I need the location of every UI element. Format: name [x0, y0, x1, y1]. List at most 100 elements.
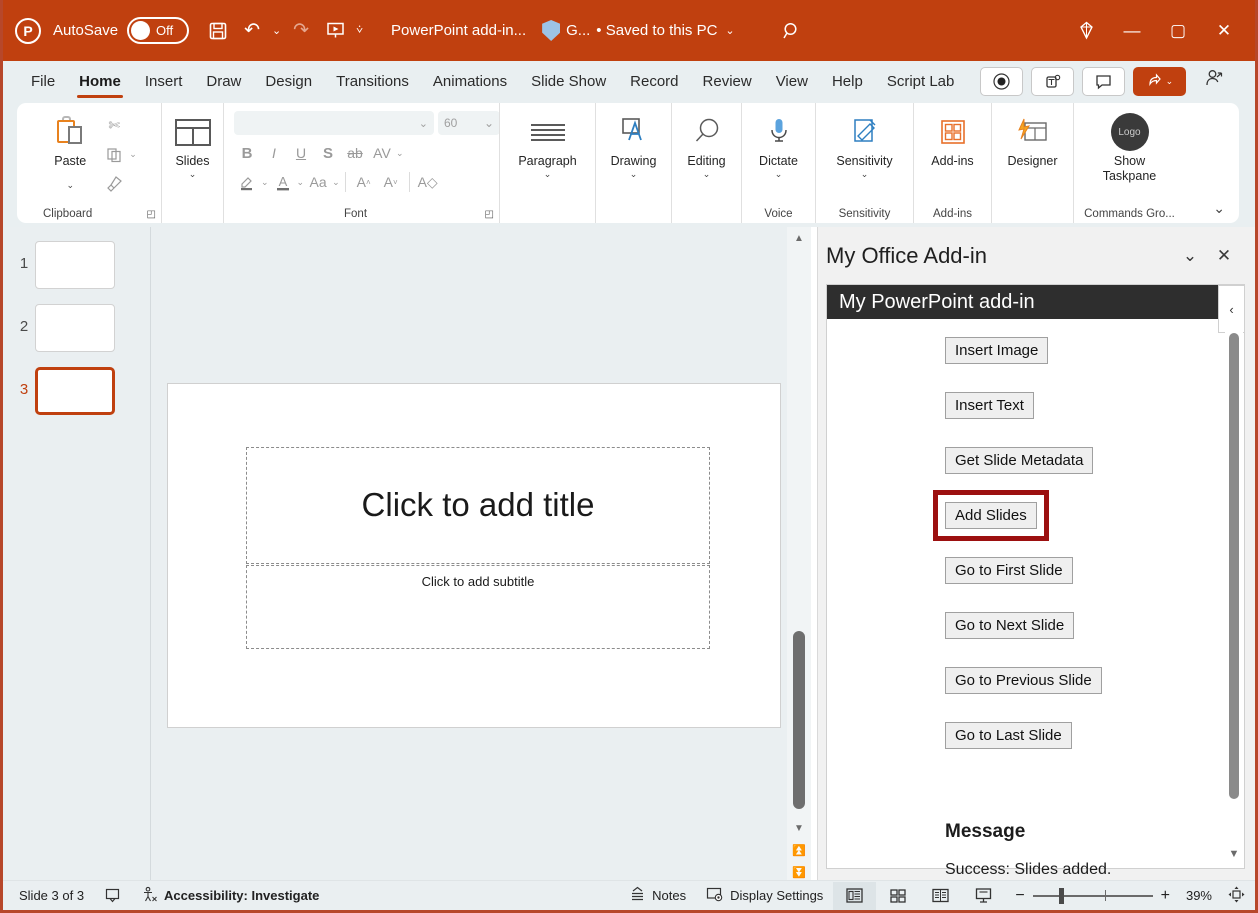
- slide-sorter-icon[interactable]: [876, 882, 919, 910]
- copy-icon[interactable]: [99, 141, 129, 168]
- undo-icon[interactable]: ↶: [235, 14, 269, 48]
- highlight-chevron-icon[interactable]: ⌄: [261, 177, 269, 188]
- task-pane-scrollbar[interactable]: ▼: [1225, 319, 1243, 867]
- insert-image-button[interactable]: Insert Image: [945, 337, 1048, 364]
- scrollbar-track[interactable]: [787, 249, 811, 817]
- document-title[interactable]: PowerPoint add-in...: [391, 22, 526, 39]
- tab-script-lab[interactable]: Script Lab: [875, 62, 967, 100]
- tab-view[interactable]: View: [764, 62, 820, 100]
- qat-more-icon[interactable]: ⩒: [352, 24, 367, 37]
- show-taskpane-button[interactable]: Logo Show Taskpane: [1078, 110, 1182, 184]
- tab-home[interactable]: Home: [67, 62, 133, 100]
- text-shadow-button[interactable]: S: [315, 140, 341, 166]
- share-button[interactable]: ⌄: [1133, 67, 1186, 96]
- font-color-icon[interactable]: A: [270, 169, 296, 195]
- task-pane-collapse-icon[interactable]: ⌄: [1173, 241, 1207, 271]
- paste-button[interactable]: Paste chevron-down-icon ⌄: [41, 110, 99, 191]
- go-to-last-slide-button[interactable]: Go to Last Slide: [945, 722, 1072, 749]
- character-spacing-button[interactable]: AV: [369, 140, 395, 166]
- reading-view-icon[interactable]: [919, 882, 962, 910]
- text-highlight-icon[interactable]: [234, 169, 260, 195]
- tab-record[interactable]: Record: [618, 62, 690, 100]
- font-color-chevron-icon[interactable]: ⌄: [297, 177, 305, 188]
- change-case-button[interactable]: Aa: [305, 169, 331, 195]
- zoom-percentage[interactable]: 39%: [1178, 888, 1212, 903]
- tab-draw[interactable]: Draw: [194, 62, 253, 100]
- close-button[interactable]: ✕: [1201, 11, 1247, 51]
- task-pane-scroll-track[interactable]: [1225, 319, 1243, 841]
- addins-button[interactable]: Add-ins: [918, 110, 988, 169]
- zoom-slider-thumb[interactable]: [1059, 888, 1064, 904]
- character-spacing-chevron-icon[interactable]: ⌄: [396, 148, 404, 159]
- scrollbar-thumb[interactable]: [793, 631, 805, 809]
- scroll-up-arrow-icon[interactable]: ▲: [787, 227, 811, 249]
- go-to-first-slide-button[interactable]: Go to First Slide: [945, 557, 1073, 584]
- display-settings-button[interactable]: Display Settings: [696, 886, 833, 906]
- task-pane-scroll-thumb[interactable]: [1229, 333, 1239, 799]
- thumbnail-preview[interactable]: [35, 304, 115, 352]
- slide-counter[interactable]: Slide 3 of 3: [9, 888, 94, 903]
- font-size-chevron-icon[interactable]: ⌄: [484, 116, 494, 130]
- accessibility-status[interactable]: Accessibility: Investigate: [131, 886, 329, 906]
- underline-button[interactable]: U: [288, 140, 314, 166]
- drawing-button[interactable]: Drawing ⌄: [600, 110, 668, 180]
- tab-transitions[interactable]: Transitions: [324, 62, 421, 100]
- go-to-previous-slide-button[interactable]: Go to Previous Slide: [945, 667, 1102, 694]
- maximize-button[interactable]: ▢: [1155, 11, 1201, 51]
- thumbnail-item-selected[interactable]: 3: [3, 367, 150, 415]
- paste-dropdown-icon[interactable]: ⌄: [66, 180, 74, 191]
- font-name-chevron-icon[interactable]: ⌄: [419, 117, 428, 130]
- comment-icon[interactable]: [1082, 67, 1125, 96]
- font-name-input[interactable]: ⌄: [234, 111, 434, 135]
- scissors-icon[interactable]: ✄: [99, 112, 129, 139]
- copy-dropdown-icon[interactable]: ⌄: [129, 149, 137, 160]
- normal-view-icon[interactable]: [833, 882, 876, 910]
- editing-button[interactable]: Editing ⌄: [676, 110, 738, 180]
- tab-file[interactable]: File: [19, 62, 67, 100]
- tab-animations[interactable]: Animations: [421, 62, 519, 100]
- bold-button[interactable]: B: [234, 140, 260, 166]
- clipboard-dialog-launcher-icon[interactable]: ◰: [147, 209, 156, 220]
- format-painter-icon[interactable]: [99, 170, 129, 197]
- strikethrough-button[interactable]: ab: [342, 140, 368, 166]
- zoom-out-button[interactable]: −: [1015, 887, 1024, 905]
- add-slides-button[interactable]: Add Slides: [945, 502, 1037, 529]
- tab-slide-show[interactable]: Slide Show: [519, 62, 618, 100]
- share-caret-icon[interactable]: ⌄: [1166, 76, 1174, 87]
- subtitle-placeholder[interactable]: Click to add subtitle: [246, 565, 710, 649]
- autosave-toggle[interactable]: Off: [127, 17, 189, 44]
- slide-canvas[interactable]: Click to add title Click to add subtitle: [167, 383, 781, 728]
- teams-icon[interactable]: [1031, 67, 1074, 96]
- thumbnail-preview[interactable]: [35, 367, 115, 415]
- thumbnail-item[interactable]: 1: [3, 241, 150, 289]
- get-slide-metadata-button[interactable]: Get Slide Metadata: [945, 447, 1093, 474]
- increase-font-size-button[interactable]: A˄: [351, 169, 377, 195]
- title-placeholder[interactable]: Click to add title: [246, 447, 710, 564]
- designer-button[interactable]: Designer: [996, 110, 1070, 169]
- change-case-chevron-icon[interactable]: ⌄: [332, 177, 340, 188]
- zoom-in-button[interactable]: +: [1161, 887, 1170, 905]
- task-pane-close-icon[interactable]: ✕: [1207, 241, 1241, 271]
- tab-insert[interactable]: Insert: [133, 62, 195, 100]
- decrease-font-size-button[interactable]: A˅: [378, 169, 404, 195]
- record-circle-icon[interactable]: [980, 67, 1023, 96]
- dictate-button[interactable]: Dictate ⌄: [746, 110, 812, 180]
- font-size-input[interactable]: 60 ⌄: [438, 111, 500, 135]
- slides-dropdown-icon[interactable]: ⌄: [189, 169, 197, 180]
- search-icon[interactable]: [775, 14, 809, 48]
- task-pane-scroll-down-icon[interactable]: ▼: [1229, 841, 1240, 867]
- previous-slide-button[interactable]: ⏫: [787, 839, 811, 861]
- redo-icon[interactable]: ↷: [284, 14, 318, 48]
- sensitivity-dropdown-icon[interactable]: ⌄: [861, 169, 869, 180]
- save-icon[interactable]: [201, 14, 235, 48]
- tab-design[interactable]: Design: [253, 62, 324, 100]
- drawing-dropdown-icon[interactable]: ⌄: [630, 169, 638, 180]
- language-icon[interactable]: [94, 887, 131, 904]
- undo-dropdown-icon[interactable]: ⌄: [269, 24, 284, 37]
- slide-vertical-scrollbar[interactable]: ▲ ▼ ⏫ ⏬: [787, 227, 811, 883]
- insert-text-button[interactable]: Insert Text: [945, 392, 1034, 419]
- person-add-icon[interactable]: [1204, 68, 1224, 94]
- collapse-ribbon-icon[interactable]: ⌄: [1213, 200, 1225, 217]
- notes-button[interactable]: Notes: [619, 886, 696, 906]
- clear-formatting-button[interactable]: A◇: [415, 169, 441, 195]
